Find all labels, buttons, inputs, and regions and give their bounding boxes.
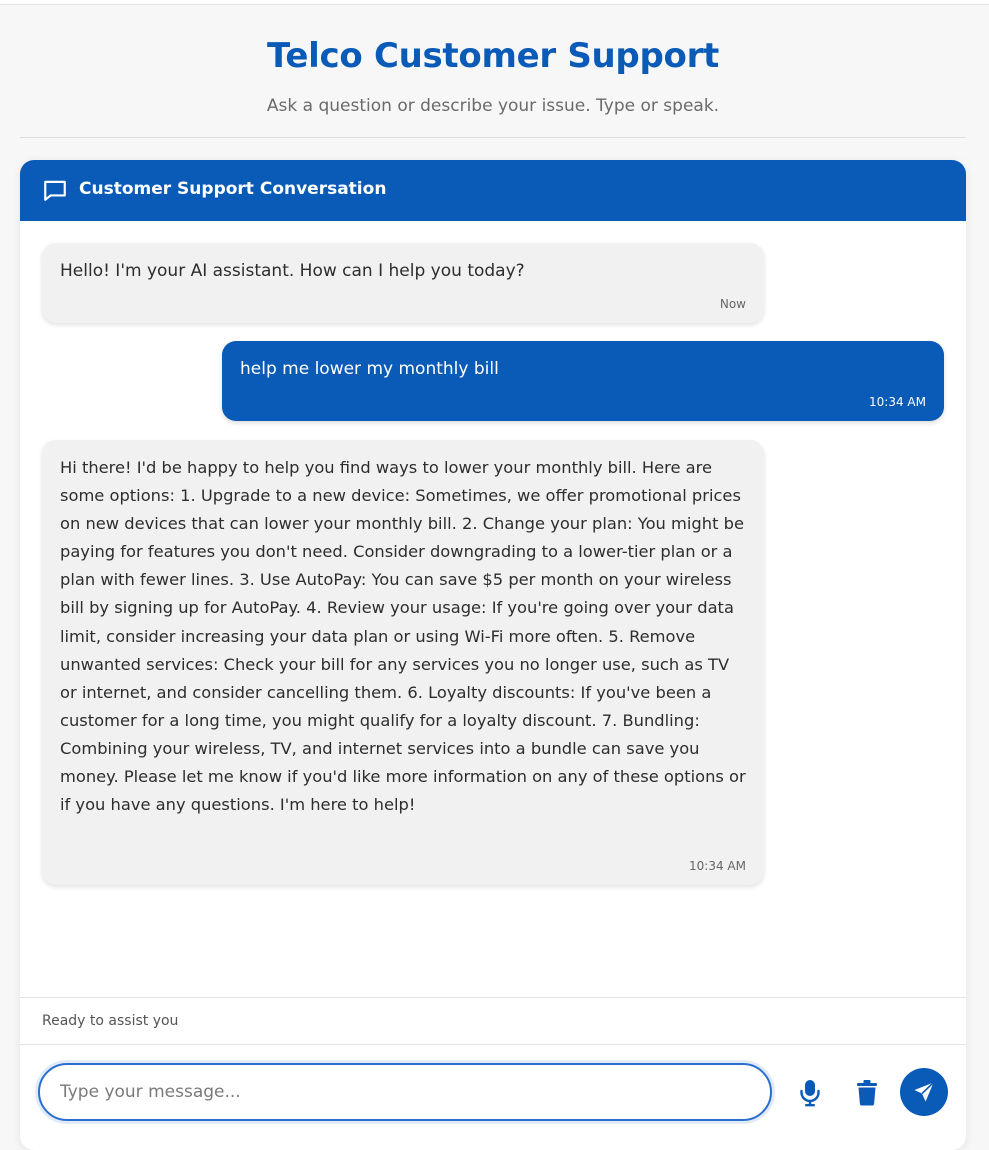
- message-time: 10:34 AM: [869, 395, 926, 409]
- conversation-title: Customer Support Conversation: [79, 179, 387, 199]
- message-time: 10:34 AM: [689, 859, 746, 873]
- trash-icon[interactable]: [855, 1076, 879, 1108]
- page-header: Telco Customer Support Ask a question or…: [20, 5, 966, 138]
- bot-message: Hi there! I'd be happy to help you find …: [42, 440, 764, 885]
- microphone-icon[interactable]: [798, 1076, 822, 1108]
- bot-message: Hello! I'm your AI assistant. How can I …: [42, 243, 764, 323]
- conversation-panel: Customer Support Conversation Hello! I'm…: [20, 160, 966, 1150]
- send-button[interactable]: [900, 1068, 948, 1116]
- user-message: help me lower my monthly bill 10:34 AM: [222, 341, 944, 421]
- message-text: help me lower my monthly bill: [240, 359, 499, 379]
- message-text: Hello! I'm your AI assistant. How can I …: [60, 261, 525, 281]
- send-icon: [914, 1081, 935, 1102]
- message-time: Now: [719, 297, 746, 311]
- message-input-wrapper[interactable]: [38, 1063, 772, 1121]
- page-title: Telco Customer Support: [267, 36, 719, 76]
- message-text: Hi there! I'd be happy to help you find …: [60, 458, 746, 815]
- chat-bubble-icon: [44, 180, 66, 201]
- conversation-header: Customer Support Conversation: [20, 160, 966, 221]
- status-text: Ready to assist you: [42, 1013, 179, 1029]
- page-subtitle: Ask a question or describe your issue. T…: [266, 96, 720, 116]
- status-bar: Ready to assist you: [20, 997, 966, 1045]
- message-input[interactable]: [60, 1065, 750, 1119]
